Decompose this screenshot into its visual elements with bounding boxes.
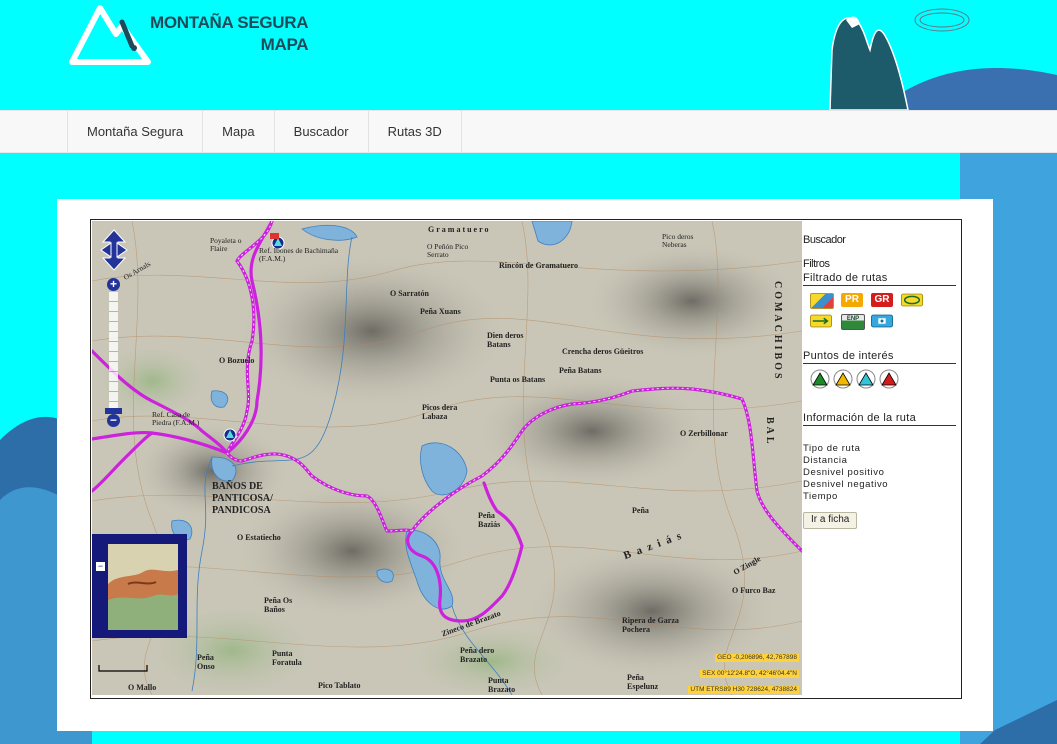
route-filter-heading: Filtrado de rutas [803,272,956,286]
coord-geo: GEO -0,206896, 42,767898 [715,654,799,662]
map-label-refugio-bachimana: Ref. Ibones de Bachimaña (F.A.M.) [259,246,339,263]
poi-cyan-icon[interactable] [856,369,876,389]
filters-title: Filtros [803,258,830,270]
map-label-o-bozuelo: O Bozuelo [219,356,255,365]
map-label-punta-foratula: Punta Foratula [272,649,302,667]
linear-route-icon[interactable] [810,314,832,328]
info-tipo-ruta: Tipo de ruta [803,443,861,454]
nav-mapa[interactable]: Mapa [202,111,274,152]
map-label-pico-neberas: Pico deros Neberas [662,232,694,249]
coord-sex: SEX 00°12'24.8"O, 42°46'04.4"N [700,670,799,678]
scale-bar [98,665,148,672]
map-label-poyaleta: Poyaleta o Flaire [210,236,242,253]
zoom-control: + − [105,278,122,428]
brand-title[interactable]: MONTAÑA SEGURA MAPA [150,12,309,56]
map-label-pena: Peña [632,506,649,515]
pan-control-icon[interactable] [99,228,129,272]
brand-line1: MONTAÑA SEGURA [150,13,309,32]
overview-map[interactable]: − [92,534,187,638]
info-desnivel-negativo: Desnivel negativo [803,479,889,490]
brand-line2: MAPA [260,35,309,54]
overview-minimize-button[interactable]: − [95,561,106,572]
ir-a-ficha-button[interactable]: Ir a ficha [803,512,858,529]
map-label-o-penon: O Peñón Pico Serrato [427,242,469,259]
map-label-o-furco: O Furco Baz [732,586,776,595]
sidebar-title: Buscador [803,234,846,246]
map-label-rincon-gramatuero: Rincón de Gramatuero [499,261,578,270]
map-label-crencha: Crencha deros Güeitros [562,347,644,356]
zoom-in-button[interactable]: + [107,278,120,291]
main-navbar: Montaña Segura Mapa Buscador Rutas 3D [0,110,1057,153]
info-desnivel-positivo: Desnivel positivo [803,467,885,478]
map-label-pena-oniso: Peña Onso [197,653,215,671]
map-label-o-mallo: O Mallo [128,683,157,692]
poi-green-icon[interactable] [810,369,830,389]
mountain-logo-icon[interactable] [68,2,152,66]
poi-red-icon[interactable] [879,369,899,389]
map-label-pena-xuans: Peña Xuans [420,307,461,316]
map-label-picos-labaza: Picos dera Labaza [422,403,458,421]
gr-badge-icon[interactable]: GR [871,293,893,307]
mountains-decoration-icon [829,8,1057,110]
map-label-punta-batans: Punta os Batans [490,375,546,384]
nav-montana-segura[interactable]: Montaña Segura [67,111,202,152]
map-label-pico-tablato: Pico Tablato [318,681,361,690]
route-type-icon[interactable] [810,293,834,309]
nav-rutas-3d[interactable]: Rutas 3D [367,111,462,152]
coord-utm: UTM ETRS89 H30 728624, 4738824 [688,686,799,694]
poi-yellow-icon[interactable] [833,369,853,389]
info-distancia: Distancia [803,455,848,466]
map-label-bal: BAL [764,417,775,447]
poi-heading: Puntos de interés [803,350,956,364]
map-label-pena-brazato: Peña dero Brazato [460,646,495,664]
map-label-o-sarraton: O Sarratón [390,289,429,298]
camera-icon[interactable] [871,314,893,328]
enp-badge-icon[interactable]: ENP [841,314,865,330]
info-tiempo: Tiempo [803,491,838,502]
nav-buscador[interactable]: Buscador [273,111,368,152]
map-label-pena-batans: Peña Batans [559,366,602,375]
loop-route-icon[interactable] [901,293,923,307]
zoom-out-button[interactable]: − [107,414,120,427]
map-label-dien-batans: Dien deros Batans [487,331,524,349]
map-label-ripera: Ripera de Garza Pochera [622,616,679,634]
map-label-casa-piedra: Ref. Casa de Piedra (F.A.M.) [152,410,200,427]
map-label-banos-panticosa: BAÑOS DE PANTICOSA/ PANDICOSA [212,481,273,516]
map-label-o-estatiecho: O Estatiecho [237,533,281,542]
map-label-pena-espelunz: Peña Espelunz [627,673,659,691]
map-label-gramatuero: Gramatuero [428,225,491,234]
map-label-pena-bazias: Peña Baziás [478,511,501,529]
map-terrain [92,221,802,695]
site-header: MONTAÑA SEGURA MAPA [0,0,1057,110]
zoom-bar[interactable] [109,292,118,414]
overview-map-image [108,544,178,630]
route-info-heading: Información de la ruta [803,412,956,426]
map-label-pena-os-banos: Peña Os Baños [264,596,293,614]
map-label-comachibos: COMACHIBOS [772,281,783,382]
pr-badge-icon[interactable]: PR [841,293,863,307]
map-label-o-zerbillonar: O Zerbillonar [680,429,728,438]
map-label-punta-brazato: Punta Brazato [488,676,516,694]
topographic-map[interactable]: Gramatuero Ref. Ibones de Bachimaña (F.A… [92,221,802,695]
